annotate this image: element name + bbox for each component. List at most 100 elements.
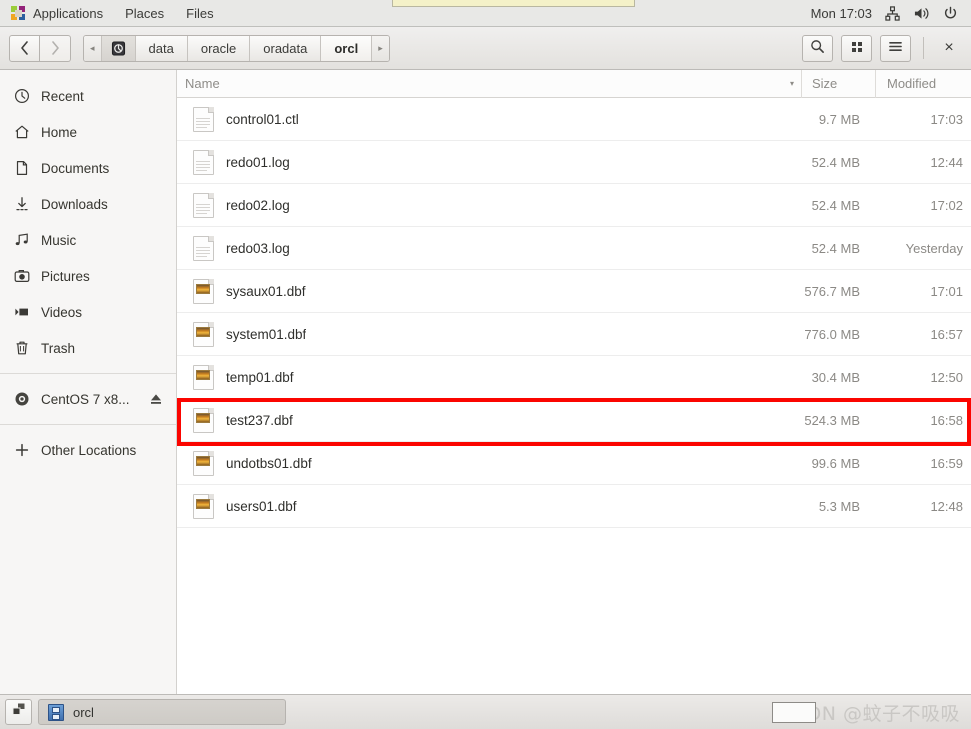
plus-icon [13, 442, 30, 459]
file-list-pane: Name ▾ Size Modified control01.ctl 9.7 M… [177, 69, 971, 694]
file-name-cell: users01.dbf [177, 493, 777, 519]
close-window-button[interactable]: × [936, 35, 962, 61]
breadcrumb-scroll-right[interactable]: ▸ [372, 35, 389, 61]
file-modified: 16:59 [930, 455, 963, 471]
sidebar-item-pictures[interactable]: Pictures [0, 258, 176, 294]
sidebar-item-downloads[interactable]: Downloads [0, 186, 176, 222]
sidebar-item-other-locations[interactable]: Other Locations [0, 432, 176, 468]
file-size: 52.4 MB [811, 240, 860, 256]
home-icon [13, 124, 30, 141]
clock-icon [13, 88, 30, 105]
sidebar-item-music[interactable]: Music [0, 222, 176, 258]
file-name-cell: undotbs01.dbf [177, 450, 777, 476]
file-name-cell: system01.dbf [177, 321, 777, 347]
file-name: redo03.log [226, 240, 290, 256]
table-row[interactable]: system01.dbf 776.0 MB 16:57 [177, 313, 971, 356]
video-icon [13, 304, 30, 321]
sidebar-device-label: CentOS 7 x8... [41, 391, 130, 407]
file-modified: 17:01 [930, 283, 963, 299]
file-name: control01.ctl [226, 111, 299, 127]
file-modified: 12:50 [930, 369, 963, 385]
menu-icon [888, 40, 903, 56]
image-file-icon [193, 493, 214, 519]
sidebar-item-centos-device[interactable]: CentOS 7 x8... [0, 381, 176, 417]
file-size: 52.4 MB [811, 197, 860, 213]
table-row[interactable]: redo03.log 52.4 MB Yesterday [177, 227, 971, 270]
sidebar-item-recent[interactable]: Recent [0, 78, 176, 114]
background-window-edge [392, 0, 635, 7]
breadcrumb-item-orcl[interactable]: orcl [321, 35, 373, 61]
sidebar-item-trash[interactable]: Trash [0, 330, 176, 366]
top-bar-status-area: Mon 17:03 [811, 6, 971, 21]
file-manager-window: ◂ data oracle oradata orcl ▸ × Recent Ho… [0, 27, 971, 694]
camera-icon [13, 268, 30, 285]
file-name-cell: redo03.log [177, 235, 777, 261]
breadcrumb-item-data[interactable]: data [135, 35, 188, 61]
table-row-highlighted[interactable]: test237.dbf 524.3 MB 16:58 [177, 399, 971, 442]
sort-descending-icon: ▾ [789, 79, 794, 88]
table-row[interactable]: undotbs01.dbf 99.6 MB 16:59 [177, 442, 971, 485]
file-size: 5.3 MB [818, 498, 860, 514]
clock-label[interactable]: Mon 17:03 [811, 6, 872, 21]
file-name: redo01.log [226, 154, 290, 170]
sidebar-item-home[interactable]: Home [0, 114, 176, 150]
table-row[interactable]: sysaux01.dbf 576.7 MB 17:01 [177, 270, 971, 313]
table-row[interactable]: temp01.dbf 30.4 MB 12:50 [177, 356, 971, 399]
file-size: 30.4 MB [811, 369, 860, 385]
file-name: undotbs01.dbf [226, 455, 312, 471]
music-icon [13, 232, 30, 249]
taskbar-task-orcl[interactable]: orcl [38, 699, 286, 725]
toolbar-actions: × [802, 34, 962, 62]
toolbar-separator [923, 37, 924, 59]
search-button[interactable] [802, 34, 833, 62]
file-modified: 16:58 [930, 412, 963, 428]
breadcrumb-item-oradata[interactable]: oradata [250, 35, 322, 61]
breadcrumb-item-oracle[interactable]: oracle [187, 35, 251, 61]
applications-menu-label: Applications [33, 5, 104, 21]
files-app-menu-label: Files [186, 5, 214, 21]
table-row[interactable]: redo01.log 52.4 MB 12:44 [177, 141, 971, 184]
breadcrumb-scroll-left[interactable]: ◂ [84, 35, 102, 61]
breadcrumb: ◂ data oracle oradata orcl ▸ [83, 34, 390, 62]
forward-button[interactable] [40, 34, 71, 62]
places-menu[interactable]: Places [114, 0, 175, 27]
sidebar-item-label: Pictures [41, 268, 90, 284]
workspace-indicator[interactable] [772, 701, 817, 723]
file-name: sysaux01.dbf [226, 283, 306, 299]
volume-icon[interactable] [913, 6, 930, 21]
applications-menu[interactable]: Applications [0, 0, 114, 27]
column-header-size[interactable]: Size [802, 69, 876, 98]
trash-icon [13, 340, 30, 357]
sidebar: Recent Home Documents Downloads Music Pi… [0, 70, 177, 694]
files-app-menu[interactable]: Files [175, 0, 224, 27]
column-header-size-label: Size [812, 76, 838, 91]
text-file-icon [193, 192, 214, 218]
sidebar-divider [0, 424, 176, 425]
taskbar-task-label: orcl [73, 704, 94, 720]
sidebar-item-documents[interactable]: Documents [0, 150, 176, 186]
image-file-icon [193, 450, 214, 476]
breadcrumb-root-drive[interactable] [101, 35, 136, 61]
eject-icon[interactable] [149, 392, 163, 406]
file-size: 9.7 MB [818, 111, 860, 127]
workspace-switcher-icon [11, 702, 27, 722]
network-icon[interactable] [885, 5, 900, 21]
file-modified: 17:03 [930, 111, 963, 127]
back-button[interactable] [9, 34, 40, 62]
menu-button[interactable] [880, 34, 911, 62]
taskbar: orcl CSDN @蚊子不吸吸 [0, 694, 971, 729]
file-manager-icon [48, 703, 64, 721]
file-size: 576.7 MB [804, 283, 860, 299]
file-name: temp01.dbf [226, 369, 294, 385]
file-name-cell: redo01.log [177, 149, 777, 175]
column-header-modified[interactable]: Modified [876, 70, 971, 98]
table-row[interactable]: redo02.log 52.4 MB 17:02 [177, 184, 971, 227]
view-toggle-button[interactable] [841, 34, 872, 62]
table-row[interactable]: users01.dbf 5.3 MB 12:48 [177, 485, 971, 528]
power-icon[interactable] [943, 6, 958, 21]
sidebar-item-videos[interactable]: Videos [0, 294, 176, 330]
column-header-name[interactable]: Name ▾ [177, 69, 802, 98]
sidebar-item-label: Other Locations [41, 442, 137, 458]
table-row[interactable]: control01.ctl 9.7 MB 17:03 [177, 98, 971, 141]
workspace-switcher-button[interactable] [5, 699, 32, 725]
